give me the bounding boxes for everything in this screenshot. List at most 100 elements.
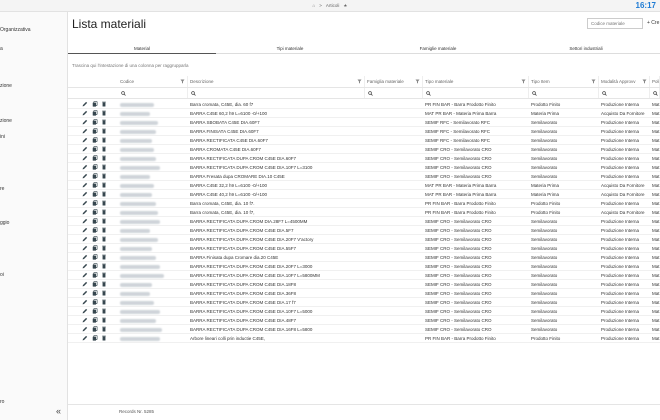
- sidebar-item-3[interactable]: zione: [0, 118, 12, 124]
- copy-icon[interactable]: [92, 110, 98, 116]
- table-row[interactable]: BARRA RECTIFICATA DUPA CROM C45E DIA.5F7…: [68, 226, 660, 235]
- create-button[interactable]: + Cre: [647, 18, 659, 29]
- group-by-hint[interactable]: Trascina qui l'intestazione di una colon…: [72, 63, 189, 68]
- copy-icon[interactable]: [92, 101, 98, 107]
- edit-icon[interactable]: [82, 254, 88, 260]
- copy-icon[interactable]: [92, 263, 98, 269]
- home-icon[interactable]: ⌂: [313, 3, 316, 8]
- sidebar-item-5[interactable]: re: [0, 186, 4, 192]
- edit-icon[interactable]: [82, 308, 88, 314]
- copy-icon[interactable]: [92, 299, 98, 305]
- breadcrumb-current[interactable]: Articoli: [326, 3, 340, 8]
- copy-icon[interactable]: [92, 227, 98, 233]
- table-row[interactable]: BARRA RECTIFICATA DUPA CROM C45E DIA.20F…: [68, 262, 660, 271]
- tab-tipi-materiale[interactable]: Tipi materiale: [216, 43, 364, 54]
- delete-icon[interactable]: [101, 218, 107, 224]
- table-row[interactable]: BARRA SBOBATA C45E DIA.60F7 SEMIF RFC - S…: [68, 118, 660, 127]
- table-row[interactable]: BARRA C45E 40,2 h9 L=6100 -0/+100 MAT PR …: [68, 190, 660, 199]
- copy-icon[interactable]: [92, 119, 98, 125]
- edit-icon[interactable]: [82, 326, 88, 332]
- sidebar-item-4[interactable]: ini: [0, 134, 5, 140]
- sidebar-item-1[interactable]: a: [0, 46, 3, 52]
- column-filter-input-5[interactable]: [599, 88, 650, 98]
- edit-icon[interactable]: [82, 272, 88, 278]
- delete-icon[interactable]: [101, 317, 107, 323]
- edit-icon[interactable]: [82, 146, 88, 152]
- table-row[interactable]: BARRA RECTIFICATA DUPA CROM DIA.28F7 L=4…: [68, 217, 660, 226]
- delete-icon[interactable]: [101, 254, 107, 260]
- column-header-4[interactable]: Tipo Item: [529, 76, 599, 87]
- edit-icon[interactable]: [82, 155, 88, 161]
- edit-icon[interactable]: [82, 128, 88, 134]
- table-row[interactable]: BARRA RECTIFICATA DUPA CROM C45E DIA.10F…: [68, 307, 660, 316]
- edit-icon[interactable]: [82, 191, 88, 197]
- copy-icon[interactable]: [92, 317, 98, 323]
- edit-icon[interactable]: [82, 245, 88, 251]
- delete-icon[interactable]: [101, 119, 107, 125]
- copy-icon[interactable]: [92, 128, 98, 134]
- table-row[interactable]: Barra cromata, C45E, dia. 10 f7, PR FIN B…: [68, 208, 660, 217]
- edit-icon[interactable]: [82, 281, 88, 287]
- table-row[interactable]: BARRA RECTIFICATA DUPA CROM C45E DIA.17 …: [68, 298, 660, 307]
- table-row[interactable]: BARRA RECTIFICATA DUPA CROM C45E DIA.60F…: [68, 154, 660, 163]
- delete-icon[interactable]: [101, 290, 107, 296]
- copy-icon[interactable]: [92, 137, 98, 143]
- copy-icon[interactable]: [92, 308, 98, 314]
- table-row[interactable]: BARRA RECTIFICATA DUPA CROM C45E DIA.10F…: [68, 271, 660, 280]
- copy-icon[interactable]: [92, 326, 98, 332]
- delete-icon[interactable]: [101, 245, 107, 251]
- copy-icon[interactable]: [92, 335, 98, 341]
- delete-icon[interactable]: [101, 200, 107, 206]
- column-filter-input-6[interactable]: [650, 88, 660, 98]
- edit-icon[interactable]: [82, 317, 88, 323]
- table-row[interactable]: BARRA RECTIFICATA DUPA CROM C45E DIA.55F…: [68, 244, 660, 253]
- delete-icon[interactable]: [101, 281, 107, 287]
- edit-icon[interactable]: [82, 164, 88, 170]
- delete-icon[interactable]: [101, 146, 107, 152]
- edit-icon[interactable]: [82, 299, 88, 305]
- edit-icon[interactable]: [82, 137, 88, 143]
- copy-icon[interactable]: [92, 281, 98, 287]
- table-row[interactable]: BARRA RECTIFICATA DUPA CROM C45E DIA.20F…: [68, 235, 660, 244]
- sidebar-item-0[interactable]: Organizzativa: [0, 27, 31, 33]
- copy-icon[interactable]: [92, 191, 98, 197]
- table-row[interactable]: BARRA RECTIFICATA DUPA CROM C45E DIA.16F…: [68, 325, 660, 334]
- table-row[interactable]: BARRA Finisata dupa Cromare dia.20 C45E S…: [68, 253, 660, 262]
- copy-icon[interactable]: [92, 272, 98, 278]
- star-icon[interactable]: ★: [343, 3, 347, 8]
- column-header-5[interactable]: Modalità Approvv: [599, 76, 650, 87]
- table-row[interactable]: BARRA RECTIFICATA C45E DIA.60F7 SEMIF RFC…: [68, 136, 660, 145]
- filter-funnel-icon[interactable]: [591, 79, 596, 84]
- sidebar-item-2[interactable]: zione: [0, 83, 12, 89]
- copy-icon[interactable]: [92, 182, 98, 188]
- edit-icon[interactable]: [82, 263, 88, 269]
- column-filter-input-3[interactable]: [423, 88, 529, 98]
- edit-icon[interactable]: [82, 227, 88, 233]
- column-header-6[interactable]: Poli: [650, 76, 660, 87]
- edit-icon[interactable]: [82, 218, 88, 224]
- table-row[interactable]: BARRA C45E 32,2 h9 L=6100 -0/+100 MAT PR …: [68, 181, 660, 190]
- delete-icon[interactable]: [101, 110, 107, 116]
- copy-icon[interactable]: [92, 164, 98, 170]
- delete-icon[interactable]: [101, 272, 107, 278]
- edit-icon[interactable]: [82, 119, 88, 125]
- collapse-sidebar-icon[interactable]: «: [56, 406, 61, 416]
- delete-icon[interactable]: [101, 236, 107, 242]
- edit-icon[interactable]: [82, 335, 88, 341]
- copy-icon[interactable]: [92, 173, 98, 179]
- copy-icon[interactable]: [92, 236, 98, 242]
- edit-icon[interactable]: [82, 236, 88, 242]
- column-filter-input-2[interactable]: [365, 88, 423, 98]
- tab-material[interactable]: Material: [68, 43, 216, 54]
- table-row[interactable]: Arbore lineari colli prin inductie C45E,…: [68, 334, 660, 343]
- tab-famiglie-materiale[interactable]: Famiglie materiale: [364, 43, 512, 54]
- edit-icon[interactable]: [82, 200, 88, 206]
- filter-funnel-icon[interactable]: [521, 79, 526, 84]
- copy-icon[interactable]: [92, 245, 98, 251]
- delete-icon[interactable]: [101, 128, 107, 134]
- copy-icon[interactable]: [92, 146, 98, 152]
- delete-icon[interactable]: [101, 335, 107, 341]
- filter-funnel-icon[interactable]: [642, 79, 647, 84]
- copy-icon[interactable]: [92, 290, 98, 296]
- tab-settori-industriali[interactable]: Settori industriali: [512, 43, 660, 54]
